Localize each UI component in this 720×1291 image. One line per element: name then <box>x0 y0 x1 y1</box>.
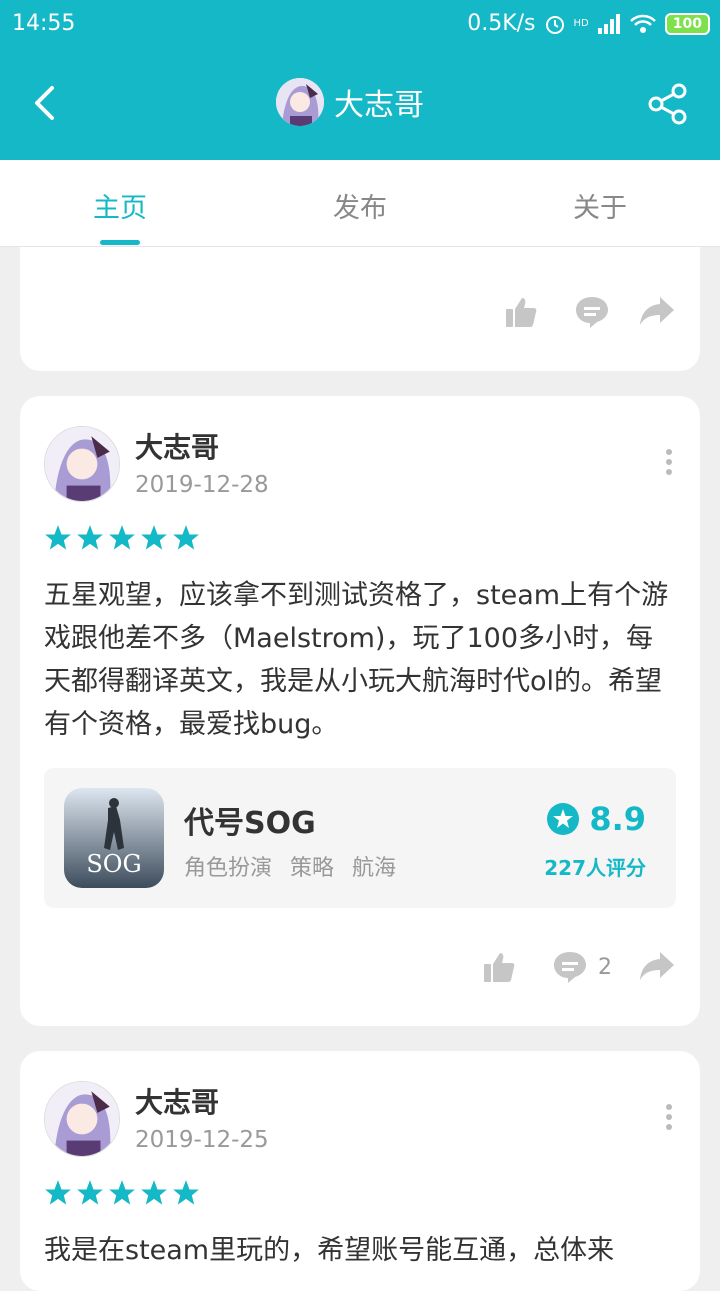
avatar-image-icon <box>276 78 324 126</box>
comment-button[interactable]: 2 <box>552 950 612 984</box>
share-icon <box>648 83 687 125</box>
post-text[interactable]: 五星观望，应该拿不到测试资格了，steam上有个游戏跟他差不多（Maelstro… <box>44 574 672 746</box>
post-date: 2019-12-28 <box>135 472 269 498</box>
forward-button[interactable] <box>638 295 676 327</box>
star-icon <box>141 525 167 550</box>
username[interactable]: 大志哥 <box>135 426 219 466</box>
game-tag: 角色扮演 <box>184 856 273 881</box>
avatar <box>276 78 324 126</box>
tab-home[interactable]: 主页 <box>60 186 180 225</box>
tab-posts[interactable]: 发布 <box>300 186 420 225</box>
tab-indicator <box>100 240 140 245</box>
star-icon <box>173 525 199 550</box>
game-icon: SOG <box>64 788 164 888</box>
post-card <box>20 247 700 371</box>
chevron-left-icon <box>35 86 54 120</box>
battery-icon: 100 <box>664 12 710 35</box>
game-card[interactable]: SOG 代号SOG 角色扮演 策略 航海 8.9 227人评分 <box>44 768 676 908</box>
thumbs-up-icon <box>506 298 537 327</box>
thumbs-up-icon <box>484 953 515 982</box>
avatar[interactable] <box>44 426 120 502</box>
game-score: 8.9 <box>547 800 646 838</box>
avatar-image-icon <box>45 1082 119 1156</box>
comment-icon <box>554 952 586 983</box>
more-vertical-icon <box>666 1104 672 1130</box>
star-icon <box>45 1180 71 1205</box>
forward-arrow-icon <box>640 297 674 325</box>
back-button[interactable] <box>26 80 62 126</box>
post-card: 大志哥 2019-12-25 我是在steam里玩的，希望账号能互通，总体来 <box>20 1051 700 1291</box>
game-tag: 航海 <box>352 856 397 881</box>
alarm-icon <box>545 15 564 34</box>
forward-button[interactable] <box>638 950 676 982</box>
star-icon <box>109 525 135 550</box>
star-icon <box>77 1180 103 1205</box>
star-icon <box>141 1180 167 1205</box>
tab-bar: 主页 发布 关于 <box>0 160 720 247</box>
like-button[interactable] <box>482 950 516 984</box>
username[interactable]: 大志哥 <box>135 1081 219 1121</box>
tab-about[interactable]: 关于 <box>540 186 660 225</box>
like-button[interactable] <box>504 295 538 329</box>
game-tag: 策略 <box>290 856 335 881</box>
star-icon <box>45 525 71 550</box>
share-button[interactable] <box>646 82 690 126</box>
status-bar: 14:55 0.5K/s HD 100 <box>0 0 720 50</box>
comment-button[interactable] <box>574 295 610 329</box>
star-rating <box>44 524 200 552</box>
game-name: 代号SOG <box>184 806 316 841</box>
status-icons: 0.5K/s HD 100 <box>467 11 710 36</box>
wifi-icon <box>629 14 656 33</box>
more-vertical-icon <box>666 449 672 475</box>
avatar[interactable] <box>44 1081 120 1157</box>
status-time: 14:55 <box>12 11 76 36</box>
network-speed: 0.5K/s <box>467 11 536 36</box>
post-text[interactable]: 我是在steam里玩的，希望账号能互通，总体来 <box>44 1229 672 1272</box>
game-tags: 角色扮演 策略 航海 <box>184 850 396 882</box>
star-icon <box>77 525 103 550</box>
more-button[interactable] <box>659 1101 679 1141</box>
post-card: 大志哥 2019-12-28 五星观望，应该拿不到测试资格了，steam上有个游… <box>20 396 700 1026</box>
game-cover-text: SOG <box>86 850 141 878</box>
post-date: 2019-12-25 <box>135 1127 269 1153</box>
hd-badge: HD <box>573 18 589 29</box>
star-icon <box>173 1180 199 1205</box>
comment-icon <box>576 297 608 328</box>
rating-count: 227人评分 <box>544 856 646 880</box>
profile-title: 大志哥 <box>276 78 424 126</box>
game-cover-icon: SOG <box>64 788 164 888</box>
score-value: 8.9 <box>589 800 646 838</box>
page-title: 大志哥 <box>334 88 424 123</box>
forward-arrow-icon <box>640 952 674 980</box>
more-button[interactable] <box>659 446 679 486</box>
header: 14:55 0.5K/s HD 100 大志哥 <box>0 0 720 160</box>
signal-icon <box>597 13 620 34</box>
rating-star-icon <box>547 803 580 835</box>
star-rating <box>44 1179 200 1207</box>
comment-count: 2 <box>598 954 612 980</box>
star-icon <box>109 1180 135 1205</box>
avatar-image-icon <box>45 427 119 501</box>
app-bar: 大志哥 <box>0 50 720 160</box>
